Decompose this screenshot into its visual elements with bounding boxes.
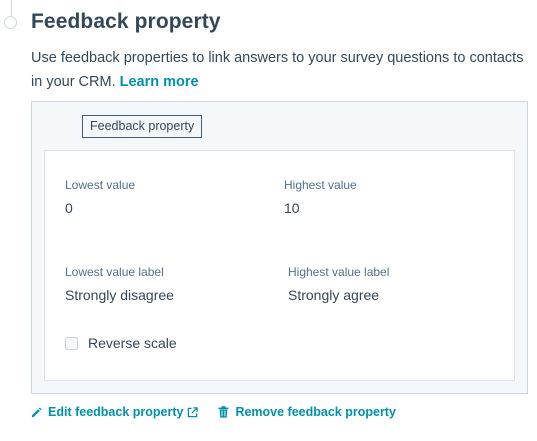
highest-value-label-heading: Highest value label [288,265,390,279]
lowest-value: 0 [65,200,73,216]
description-text: Use feedback properties to link answers … [31,50,524,90]
section-description: Use feedback properties to link answers … [31,46,531,94]
reverse-scale-checkbox[interactable] [65,336,78,350]
reverse-scale-option[interactable]: Reverse scale [65,335,177,351]
remove-feedback-property-button[interactable]: Remove feedback property [218,405,396,419]
highest-value-label: Highest value [284,178,357,192]
reverse-scale-label: Reverse scale [88,335,177,351]
edit-feedback-property-label: Edit feedback property [48,405,184,419]
property-actions: Edit feedback property Remove feedback p… [31,405,396,419]
feedback-property-section: Feedback property Use feedback propertie… [0,0,537,441]
lowest-value-label-value: Strongly disagree [65,287,174,303]
timeline-node-icon [4,16,17,29]
trash-icon [218,406,229,418]
highest-value-label-value: Strongly agree [288,287,380,303]
learn-more-link[interactable]: Learn more [120,74,199,90]
feedback-property-tag: Feedback property [82,115,203,138]
remove-feedback-property-label: Remove feedback property [235,405,396,419]
external-link-icon [187,406,199,418]
lowest-value-label: Lowest value [65,178,136,192]
pencil-icon [31,407,42,418]
lowest-value-label-heading: Lowest value label [65,265,164,279]
edit-feedback-property-button[interactable]: Edit feedback property [31,405,199,419]
section-title: Feedback property [31,10,221,33]
timeline-rail [11,0,12,16]
highest-value: 10 [284,200,300,216]
